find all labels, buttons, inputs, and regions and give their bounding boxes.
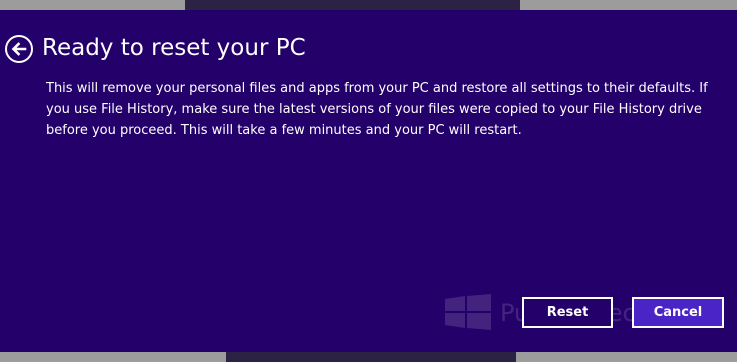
reset-button[interactable]: Reset bbox=[522, 297, 613, 328]
back-button[interactable] bbox=[5, 35, 33, 63]
top-background-strip bbox=[0, 0, 737, 10]
cancel-button[interactable]: Cancel bbox=[632, 297, 724, 328]
bottom-background-strip bbox=[0, 352, 737, 362]
dialog-title: Ready to reset your PC bbox=[42, 35, 306, 61]
top-background-segment bbox=[185, 0, 520, 10]
back-arrow-icon bbox=[11, 42, 27, 56]
windows-logo-icon bbox=[445, 294, 491, 330]
bottom-background-segment bbox=[226, 352, 516, 362]
dialog-description: This will remove your personal files and… bbox=[46, 81, 708, 138]
reset-pc-dialog: Ready to reset your PC This will remove … bbox=[0, 10, 737, 352]
